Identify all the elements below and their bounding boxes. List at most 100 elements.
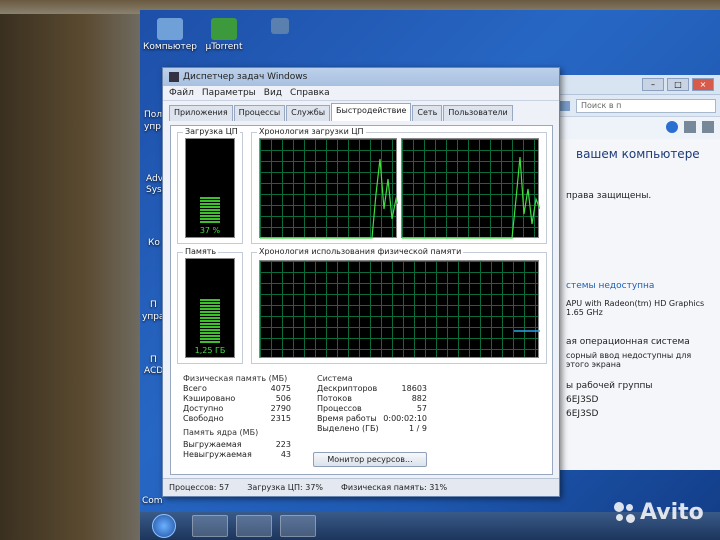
status-bar: Процессов: 57 Загрузка ЦП: 37% Физическа… <box>163 478 559 496</box>
memory-bars <box>200 298 220 343</box>
performance-panel: Загрузка ЦП 37 % Хронология загрузки ЦП … <box>170 125 553 475</box>
stat-row: Невыгружаемая 43 <box>183 450 291 460</box>
stat-row: Всего 4075 <box>183 384 291 394</box>
stat-row: Выгружаемая 223 <box>183 440 291 450</box>
workgroup-label: ы рабочей группы <box>566 381 653 391</box>
task-manager-icon <box>169 72 179 82</box>
system-title: Система <box>317 374 353 383</box>
processor-value: APU with Radeon(tm) HD Graphics 1.65 GHz <box>566 299 705 317</box>
stat-value: 882 <box>411 394 427 403</box>
stat-row: Процессов 57 <box>317 404 427 414</box>
cpu-usage-bars <box>200 196 220 223</box>
resource-monitor-button[interactable]: Монитор ресурсов... <box>313 452 427 467</box>
stat-row: Выделено (ГБ) 1 / 9 <box>317 424 427 434</box>
cpu-usage-meter: 37 % <box>185 138 235 238</box>
status-memory: Физическая память: 31% <box>341 483 448 492</box>
cpu-usage-label: Загрузка ЦП <box>183 127 240 136</box>
desktop-label: ACD <box>144 366 164 376</box>
minimize-button[interactable]: – <box>642 78 664 91</box>
tab-performance[interactable]: Быстродействие <box>331 103 412 121</box>
tools-icon[interactable] <box>684 121 696 133</box>
taskbar-item-browser[interactable] <box>192 515 228 537</box>
tab-processes[interactable]: Процессы <box>233 105 286 121</box>
stat-row: Потоков 882 <box>317 394 427 404</box>
tab-services[interactable]: Службы <box>286 105 331 121</box>
menu-file[interactable]: Файл <box>169 88 194 98</box>
memory-history-graph <box>259 260 540 358</box>
window-title: Диспетчер задач Windows <box>183 72 308 82</box>
page-heading: вашем компьютере <box>576 147 700 161</box>
desktop-label: Ко <box>148 238 160 248</box>
pen-input-value: сорный ввод недоступны для этого экрана <box>566 351 692 369</box>
edit-icon[interactable] <box>702 121 714 133</box>
stat-label: Потоков <box>317 394 352 403</box>
avito-logo-icon <box>614 501 636 524</box>
tab-networking[interactable]: Сеть <box>412 105 443 121</box>
kernel-memory-title: Память ядра (МБ) <box>183 428 259 437</box>
stat-value: 2315 <box>270 414 291 423</box>
stat-label: Кэшировано <box>183 394 236 403</box>
full-name-value: 6EJ3SD <box>566 409 599 419</box>
stat-row: Дескрипторов 18603 <box>317 384 427 394</box>
physical-memory-title: Физическая память (МБ) <box>183 374 288 383</box>
desktop-label: Пол <box>144 110 163 120</box>
stat-row: Свободно 2315 <box>183 414 291 424</box>
toolbar <box>556 117 720 139</box>
start-button[interactable] <box>152 514 176 538</box>
desktop-label: Adv <box>146 174 164 184</box>
address-bar: Поиск в п <box>556 95 720 117</box>
stat-label: Доступно <box>183 404 224 413</box>
arrow-icon[interactable] <box>560 100 570 111</box>
taskbar-item-explorer[interactable] <box>236 515 272 537</box>
stat-label: Выгружаемая <box>183 440 242 449</box>
search-input[interactable]: Поиск в п <box>576 98 716 113</box>
system-stats: Система Дескрипторов 18603 Потоков 882 Про… <box>317 374 427 434</box>
menu-help[interactable]: Справка <box>290 88 330 98</box>
cpu-history-label: Хронология загрузки ЦП <box>257 127 366 136</box>
desktop-icon-computer[interactable]: Компьютер <box>140 18 200 52</box>
task-manager-window[interactable]: Диспетчер задач Windows Файл Параметры В… <box>162 67 560 497</box>
stat-value: 506 <box>275 394 291 403</box>
cpu-history-graph-core1 <box>259 138 398 239</box>
desktop-label: П <box>150 300 157 310</box>
stat-label: Процессов <box>317 404 362 413</box>
stat-value: 223 <box>275 440 291 449</box>
stat-value: 18603 <box>401 384 427 393</box>
maximize-button[interactable]: □ <box>667 78 689 91</box>
stat-label: Всего <box>183 384 207 393</box>
utorrent-icon <box>211 18 237 40</box>
stat-value: 43 <box>280 450 291 459</box>
help-icon[interactable] <box>666 121 678 133</box>
menu-bar: Файл Параметры Вид Справка <box>163 86 559 101</box>
desktop-icon-shortcut[interactable] <box>250 18 310 36</box>
desktop-label: Com <box>142 496 163 506</box>
computer-icon <box>157 18 183 40</box>
copyright-text: права защищены. <box>566 191 652 201</box>
stat-row: Доступно 2790 <box>183 404 291 414</box>
menu-view[interactable]: Вид <box>264 88 282 98</box>
os-type-value: ая операционная система <box>566 337 690 347</box>
desktop-icon-utorrent[interactable]: µTorrent <box>194 18 254 52</box>
stat-value: 57 <box>416 404 427 413</box>
physical-memory-stats: Физическая память (МБ) Всего 4075 Кэширов… <box>183 374 291 460</box>
stat-row: Кэшировано 506 <box>183 394 291 404</box>
cpu-usage-value: 37 % <box>199 226 221 235</box>
title-bar[interactable]: Диспетчер задач Windows <box>163 68 559 86</box>
window-controls: – □ × <box>556 75 720 95</box>
close-button[interactable]: × <box>692 78 714 91</box>
system-link[interactable]: стемы недоступна <box>566 281 714 291</box>
system-properties-window[interactable]: – □ × Поиск в п вашем компьютере права з… <box>555 75 720 470</box>
tab-users[interactable]: Пользователи <box>443 105 513 121</box>
stat-label: Выделено (ГБ) <box>317 424 379 433</box>
status-processes: Процессов: 57 <box>169 483 230 492</box>
avito-text: Avito <box>640 500 704 525</box>
tab-applications[interactable]: Приложения <box>169 105 233 121</box>
taskbar-item-task-manager[interactable] <box>280 515 316 537</box>
computer-name-value: 6EJ3SD <box>566 395 599 405</box>
menu-options[interactable]: Параметры <box>202 88 256 98</box>
memory-meter: 1,25 ГБ <box>185 258 235 358</box>
shortcut-icon <box>271 18 289 34</box>
stat-label: Время работы <box>317 414 377 423</box>
stat-label: Дескрипторов <box>317 384 378 393</box>
desktop-icon-label: µTorrent <box>205 42 243 52</box>
